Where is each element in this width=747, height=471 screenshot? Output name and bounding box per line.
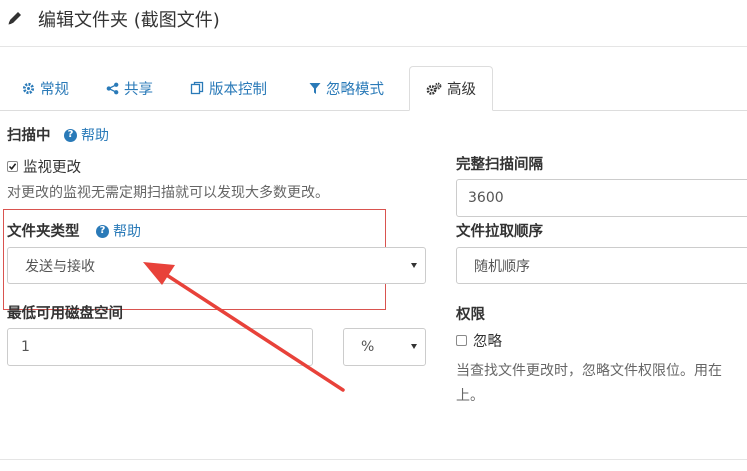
annotation-arrow [143,262,345,392]
footer-divider [0,459,747,460]
